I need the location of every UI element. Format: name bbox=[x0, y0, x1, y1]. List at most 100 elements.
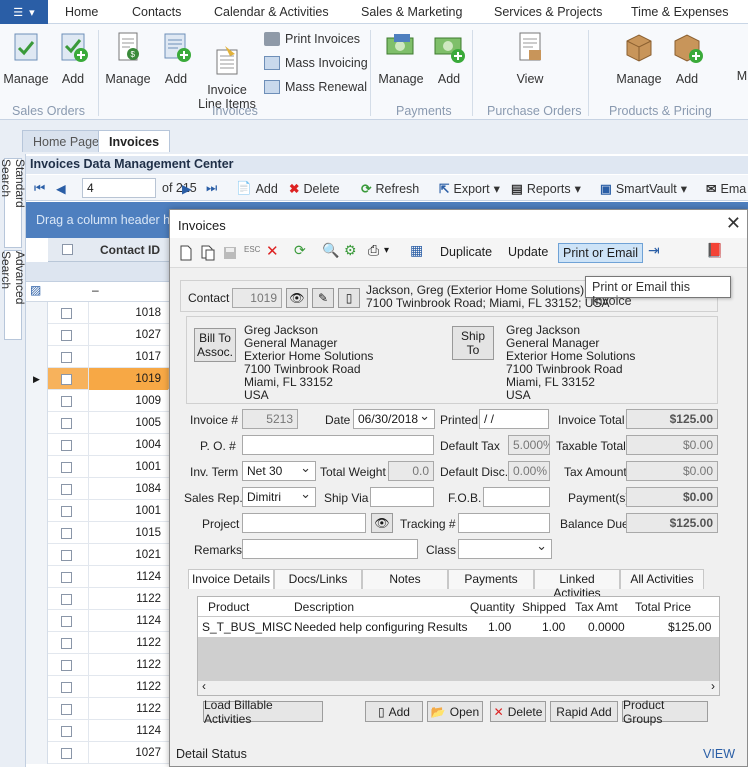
menu-home[interactable]: Home bbox=[65, 5, 98, 19]
table-row[interactable]: 1021 bbox=[26, 544, 170, 566]
column-header-total-price[interactable]: Total Price bbox=[635, 600, 691, 614]
row-checkbox[interactable] bbox=[61, 374, 72, 385]
ship-via-field[interactable] bbox=[370, 487, 434, 507]
row-checkbox[interactable] bbox=[61, 682, 72, 693]
column-header-tax-amt[interactable]: Tax Amt bbox=[575, 600, 618, 614]
print-invoices-button[interactable]: Print Invoices bbox=[264, 32, 360, 46]
products-add-button[interactable]: Add bbox=[668, 30, 706, 86]
row-checkbox[interactable] bbox=[61, 308, 72, 319]
select-all-checkbox[interactable] bbox=[62, 244, 73, 255]
row-checkbox[interactable] bbox=[61, 462, 72, 473]
ship-to-button[interactable]: Ship To bbox=[452, 326, 494, 360]
column-header-description[interactable]: Description bbox=[294, 600, 354, 614]
sales-orders-manage-button[interactable]: Manage bbox=[3, 30, 49, 86]
attach-icon[interactable]: ▦ bbox=[410, 242, 426, 258]
row-checkbox[interactable] bbox=[61, 550, 72, 561]
tab-linked-activities[interactable]: Linked Activities bbox=[534, 569, 620, 600]
column-header-contact-id[interactable]: Contact ID bbox=[100, 243, 160, 257]
tab-home-page[interactable]: Home Page bbox=[22, 130, 111, 152]
delete-line-button[interactable]: ✕ Delete bbox=[490, 701, 546, 722]
table-row[interactable]: 1084 bbox=[26, 478, 170, 500]
line-item-row[interactable]: S_T_BUS_MISC Needed help configuring Res… bbox=[198, 617, 719, 637]
table-row[interactable]: 1122 bbox=[26, 654, 170, 676]
binoculars-icon[interactable]: 👁 bbox=[371, 513, 393, 533]
printed-date-field[interactable]: / / bbox=[479, 409, 549, 429]
fob-field[interactable] bbox=[483, 487, 550, 507]
table-row[interactable]: 1017 bbox=[26, 346, 170, 368]
printer-icon[interactable]: ⎙ bbox=[368, 242, 384, 258]
row-checkbox[interactable] bbox=[61, 506, 72, 517]
record-number-input[interactable]: 4 bbox=[82, 178, 156, 198]
exit-icon[interactable]: ⇥ bbox=[648, 242, 664, 258]
table-row[interactable]: 1015 bbox=[26, 522, 170, 544]
table-row[interactable]: 1018 bbox=[26, 302, 170, 324]
row-checkbox[interactable] bbox=[61, 352, 72, 363]
refresh-icon[interactable]: ⟳ bbox=[294, 242, 310, 258]
table-row[interactable]: 1027 bbox=[26, 742, 170, 764]
po-field[interactable] bbox=[242, 435, 434, 455]
products-manage-button[interactable]: Manage bbox=[614, 30, 664, 86]
add-record-button[interactable]: 📄 Add bbox=[236, 181, 278, 196]
invoices-add-button[interactable]: Add bbox=[158, 30, 194, 86]
previous-record-icon[interactable]: ◀ bbox=[56, 181, 66, 196]
column-header-quantity[interactable]: Quantity bbox=[470, 600, 515, 614]
row-checkbox[interactable] bbox=[61, 440, 72, 451]
table-row[interactable]: 1004 bbox=[26, 434, 170, 456]
product-groups-button[interactable]: Product Groups bbox=[622, 698, 708, 726]
row-checkbox[interactable] bbox=[61, 594, 72, 605]
column-header-product[interactable]: Product bbox=[208, 600, 249, 614]
table-row[interactable]: 1001 bbox=[26, 500, 170, 522]
scroll-left-icon[interactable]: ‹ bbox=[202, 679, 206, 693]
invoices-manage-button[interactable]: $ Manage bbox=[104, 30, 152, 86]
menu-calendar-activities[interactable]: Calendar & Activities bbox=[214, 5, 329, 19]
escape-icon[interactable]: ESC bbox=[244, 245, 260, 261]
remarks-field[interactable] bbox=[242, 539, 418, 559]
tab-docs-links[interactable]: Docs/Links bbox=[274, 569, 362, 589]
reports-button[interactable]: ▤ Reports ▾ bbox=[511, 181, 581, 197]
bill-to-button[interactable]: Bill To Assoc. bbox=[194, 328, 236, 362]
row-checkbox[interactable] bbox=[61, 572, 72, 583]
tab-advanced-search[interactable]: Advanced Search bbox=[0, 250, 27, 340]
grid-filter-editor[interactable]: ▨ – bbox=[26, 282, 170, 302]
tab-notes[interactable]: Notes bbox=[362, 569, 448, 589]
chevron-down-icon[interactable]: ▾ bbox=[384, 245, 400, 261]
open-line-button[interactable]: 📂 Open bbox=[427, 701, 483, 722]
row-checkbox[interactable] bbox=[61, 616, 72, 627]
row-checkbox[interactable] bbox=[61, 638, 72, 649]
app-menu-button[interactable]: ☰ ▾ bbox=[0, 0, 48, 24]
search-add-icon[interactable]: 🔍 bbox=[322, 242, 339, 258]
row-checkbox[interactable] bbox=[61, 396, 72, 407]
row-checkbox[interactable] bbox=[61, 418, 72, 429]
tracking-field[interactable] bbox=[458, 513, 550, 533]
table-row[interactable]: 1122 bbox=[26, 588, 170, 610]
last-record-icon[interactable]: ⏭ bbox=[206, 181, 217, 196]
duplicate-button[interactable]: Duplicate bbox=[436, 243, 496, 263]
sales-orders-add-button[interactable]: Add bbox=[54, 30, 92, 86]
filter-icon[interactable]: ▨ bbox=[30, 283, 41, 297]
table-row[interactable]: 1124 bbox=[26, 610, 170, 632]
table-row[interactable]: 1009 bbox=[26, 390, 170, 412]
mass-renewal-button[interactable]: Mass Renewal bbox=[264, 80, 367, 94]
table-row[interactable]: ▶ 1019 bbox=[26, 368, 170, 390]
table-row[interactable]: 1005 bbox=[26, 412, 170, 434]
delete-record-button[interactable]: ✖ Delete bbox=[289, 181, 340, 197]
table-row[interactable]: 1124 bbox=[26, 720, 170, 742]
payments-add-button[interactable]: Add bbox=[430, 30, 468, 86]
purchase-orders-view-button[interactable]: View bbox=[510, 30, 550, 86]
tab-all-activities[interactable]: All Activities bbox=[620, 569, 704, 589]
horizontal-scrollbar[interactable]: ‹ › bbox=[198, 679, 719, 695]
load-billable-activities-button[interactable]: Load Billable Activities bbox=[203, 698, 323, 726]
row-checkbox[interactable] bbox=[61, 748, 72, 759]
products-more-button[interactable]: M bbox=[736, 69, 748, 83]
table-row[interactable]: 1122 bbox=[26, 632, 170, 654]
invoice-line-items-button[interactable]: Invoice Line Items bbox=[196, 30, 258, 111]
inv-term-select[interactable]: Net 30 bbox=[242, 461, 316, 481]
tab-invoices[interactable]: Invoices bbox=[98, 130, 171, 152]
tab-payments[interactable]: Payments bbox=[448, 569, 534, 589]
menu-sales-marketing[interactable]: Sales & Marketing bbox=[361, 5, 462, 19]
menu-contacts[interactable]: Contacts bbox=[132, 5, 181, 19]
table-row[interactable]: 1001 bbox=[26, 456, 170, 478]
row-checkbox[interactable] bbox=[61, 660, 72, 671]
edit-contact-icon[interactable]: ✎ bbox=[312, 288, 334, 308]
gears-icon[interactable]: ⚙ bbox=[344, 242, 360, 258]
